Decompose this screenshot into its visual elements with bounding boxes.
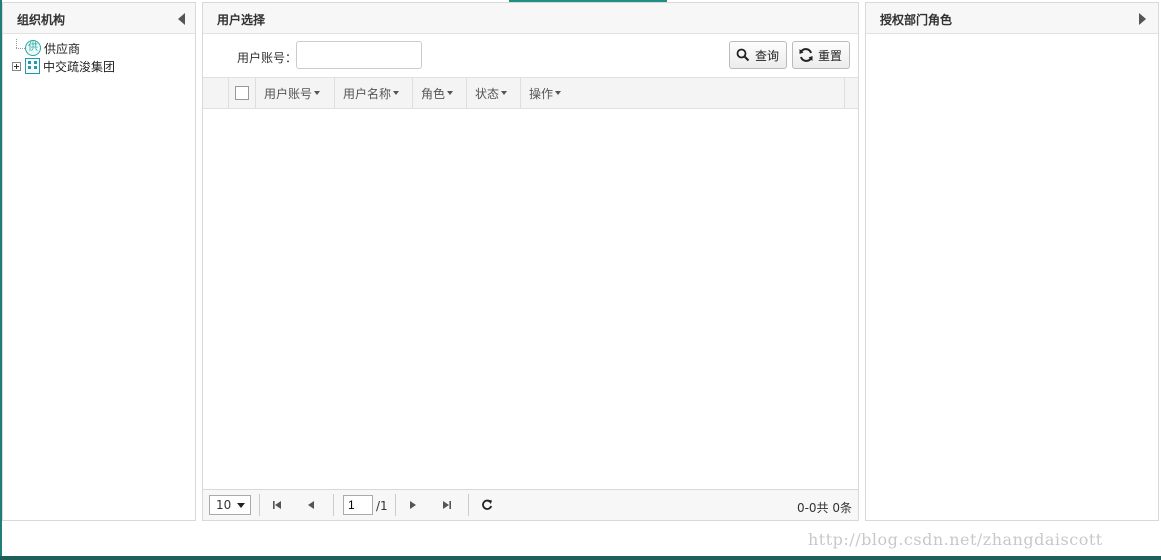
grid-body <box>203 109 858 489</box>
tree-node-label[interactable]: 供应商 <box>44 40 80 57</box>
organization-panel: 组织机构 供 供应商 中交疏浚集团 <box>2 2 196 521</box>
reset-button-label: 重置 <box>818 48 843 63</box>
column-header-label: 操作 <box>529 86 554 101</box>
sort-caret-icon <box>314 91 321 95</box>
column-header-role[interactable]: 角色 <box>413 78 467 108</box>
column-header-name[interactable]: 用户名称 <box>335 78 413 108</box>
query-button[interactable]: 查询 <box>729 41 787 69</box>
organization-panel-header: 组织机构 <box>3 3 195 34</box>
watermark: http://blog.csdn.net/zhangdaiscott <box>808 530 1103 549</box>
organization-tree: 供 供应商 中交疏浚集团 <box>9 39 115 75</box>
column-header-action[interactable]: 操作 <box>521 78 845 108</box>
last-page-icon[interactable] <box>440 498 454 512</box>
total-pages: /1 <box>376 499 388 513</box>
select-all-checkbox[interactable] <box>235 86 249 100</box>
page-size-select[interactable]: 10 <box>209 495 251 515</box>
grid-header: 用户账号 用户名称 角色 状态 操作 <box>203 77 858 109</box>
organization-icon <box>25 58 40 74</box>
supplier-icon: 供 <box>25 40 41 56</box>
authorized-dept-role-header: 授权部门角色 <box>866 3 1158 34</box>
next-page-icon[interactable] <box>406 498 420 512</box>
reset-button[interactable]: 重置 <box>792 41 850 69</box>
bottom-status-bar <box>0 556 1161 560</box>
dropdown-arrow-icon <box>237 503 245 508</box>
user-account-input[interactable] <box>296 41 422 69</box>
page-size-value: 10 <box>216 498 232 512</box>
column-header-status[interactable]: 状态 <box>467 78 521 108</box>
column-header-label: 角色 <box>421 86 446 101</box>
search-bar: 用户账号： 查询 重置 <box>203 34 858 78</box>
organization-panel-title: 组织机构 <box>17 13 66 27</box>
column-header-label: 用户账号 <box>264 86 313 101</box>
refresh-icon <box>797 46 815 64</box>
expand-plus-icon[interactable] <box>12 61 21 71</box>
current-page-input[interactable] <box>343 495 373 515</box>
user-selection-header: 用户选择 <box>203 3 858 34</box>
collapse-left-icon[interactable] <box>178 13 185 25</box>
tree-node-label[interactable]: 中交疏浚集团 <box>43 58 115 75</box>
user-selection-panel: 用户选择 用户账号： 查询 重置 用户账号 用户名称 角色 状态 操作 10 1… <box>202 2 859 521</box>
row-number-column <box>203 78 229 108</box>
sort-caret-icon <box>447 91 454 95</box>
pagination-summary: 0-0共 0条 <box>796 501 852 515</box>
pagination-bar: 10 /1 0-0共 0条 <box>203 489 858 520</box>
select-all-column <box>229 78 256 108</box>
tree-node-group[interactable]: 中交疏浚集团 <box>9 57 115 75</box>
column-header-label: 状态 <box>475 86 500 101</box>
collapse-right-icon[interactable] <box>1139 13 1146 25</box>
user-account-label: 用户账号： <box>237 51 298 65</box>
tree-node-supplier[interactable]: 供 供应商 <box>9 39 115 57</box>
reload-icon[interactable] <box>480 498 494 512</box>
sort-caret-icon <box>393 91 400 95</box>
query-button-label: 查询 <box>755 48 780 63</box>
search-icon <box>734 46 752 64</box>
prev-page-icon[interactable] <box>304 498 318 512</box>
sort-caret-icon <box>555 91 562 95</box>
first-page-icon[interactable] <box>270 498 284 512</box>
column-header-label: 用户名称 <box>343 86 392 101</box>
sort-caret-icon <box>501 91 508 95</box>
authorized-dept-role-panel: 授权部门角色 <box>865 2 1159 521</box>
column-header-account[interactable]: 用户账号 <box>256 78 335 108</box>
user-selection-title: 用户选择 <box>217 13 266 27</box>
authorized-dept-role-title: 授权部门角色 <box>880 13 953 27</box>
